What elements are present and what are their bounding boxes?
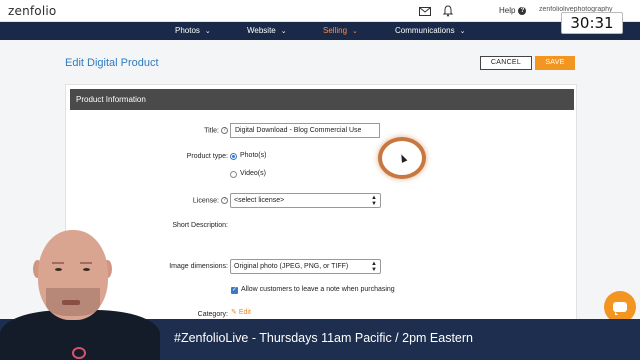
- nav-label: Selling: [323, 26, 348, 35]
- radio-photos[interactable]: [230, 153, 237, 160]
- page-title: Edit Digital Product: [65, 57, 159, 69]
- question-icon: ?: [518, 6, 527, 15]
- select-arrows-icon: ▲ ▼: [371, 261, 377, 273]
- info-icon[interactable]: ?: [221, 127, 228, 134]
- presenter-brow: [52, 262, 64, 264]
- chevron-down-icon: ⌄: [204, 28, 211, 35]
- nav-item-website[interactable]: Website ⌄: [247, 22, 287, 40]
- help-link[interactable]: Help ?: [499, 6, 527, 15]
- presenter-brow: [80, 262, 92, 264]
- chevron-down-icon: ⌄: [352, 28, 358, 35]
- pencil-icon: ✎: [231, 309, 237, 316]
- title-input[interactable]: Digital Download - Blog Commercial Use: [230, 123, 380, 138]
- image-dimensions-select[interactable]: Original photo (JPEG, PNG, or TIFF) ▲ ▼: [230, 259, 381, 274]
- license-label: License:?: [170, 197, 228, 204]
- presenter-eye: [83, 268, 90, 271]
- nav-item-selling[interactable]: Selling ⌄: [323, 22, 358, 40]
- license-label-text: License:: [192, 197, 219, 205]
- edit-label: Edit: [238, 309, 251, 316]
- instagram-icon: [72, 347, 86, 359]
- product-type-label: Product type:: [186, 153, 228, 160]
- license-select[interactable]: <select license> ▲ ▼: [230, 193, 381, 208]
- chevron-down-icon: ⌄: [280, 28, 287, 35]
- short-description-label: Short Description:: [172, 222, 228, 229]
- mail-icon[interactable]: [418, 4, 432, 18]
- save-button[interactable]: SAVE: [535, 56, 575, 70]
- section-title: Product Information: [70, 89, 574, 110]
- help-label: Help: [499, 6, 516, 15]
- chevron-down-icon: ⌄: [459, 28, 466, 35]
- presenter-mouth: [62, 300, 80, 305]
- image-dimensions-label: Image dimensions:: [169, 263, 228, 270]
- main-nav: Photos ⌄ Website ⌄ Selling ⌄ Communications…: [0, 22, 640, 40]
- radio-videos-label: Video(s): [240, 170, 266, 177]
- nav-item-photos[interactable]: Photos ⌄: [175, 22, 211, 40]
- nav-label: Website: [247, 26, 276, 35]
- license-select-value: <select license>: [234, 197, 285, 204]
- bell-icon[interactable]: [441, 4, 455, 18]
- presenter-webcam: [0, 222, 160, 360]
- nav-label: Photos: [175, 26, 200, 35]
- cancel-button[interactable]: CANCEL: [480, 56, 532, 70]
- title-label-text: Title:: [204, 127, 219, 135]
- presenter-eye: [55, 268, 62, 271]
- stream-timer: 30:31: [561, 12, 623, 34]
- image-dimensions-value: Original photo (JPEG, PNG, or TIFF): [234, 263, 349, 270]
- radio-videos[interactable]: [230, 171, 237, 178]
- select-arrows-icon: ▲ ▼: [371, 195, 377, 207]
- nav-item-communications[interactable]: Communications ⌄: [395, 22, 465, 40]
- title-label: Title:?: [180, 127, 228, 134]
- radio-photos-label: Photo(s): [240, 152, 267, 159]
- top-bar: zenfolio Help ? zenfoliolivephotography: [0, 0, 640, 22]
- category-label: Category:: [197, 311, 228, 318]
- allow-note-label: Allow customers to leave a note when pur…: [241, 286, 395, 293]
- nav-label: Communications: [395, 26, 455, 35]
- category-edit-link[interactable]: ✎ Edit: [231, 308, 251, 316]
- zenfolio-logo[interactable]: zenfolio: [8, 4, 56, 18]
- info-icon[interactable]: ?: [221, 197, 228, 204]
- allow-note-checkbox[interactable]: ✓: [231, 287, 238, 294]
- banner-text: #ZenfolioLive - Thursdays 11am Pacific /…: [174, 331, 473, 345]
- chat-bubble-icon: [613, 302, 627, 315]
